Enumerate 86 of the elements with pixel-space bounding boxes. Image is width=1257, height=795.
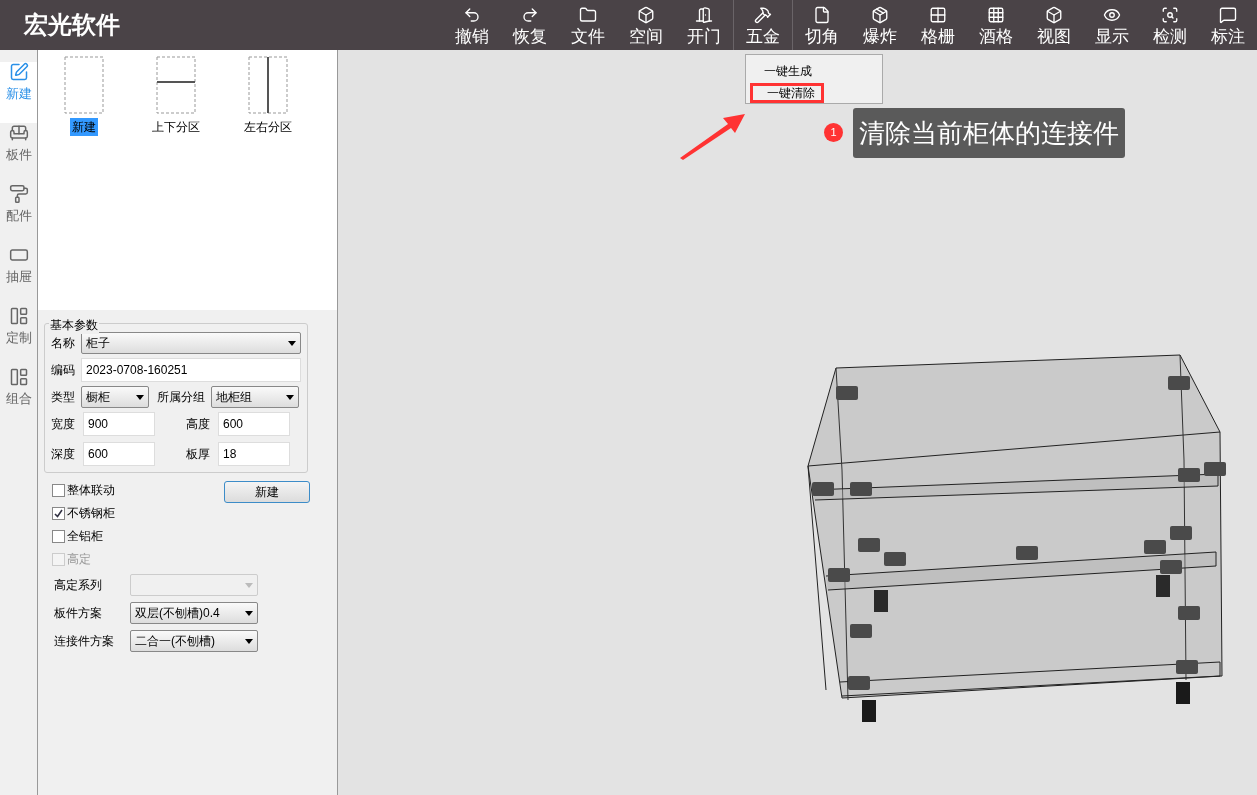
nav-tab[interactable]: 抽屉: [0, 245, 37, 306]
field-label: 高度: [186, 416, 211, 433]
folder-icon: [579, 5, 597, 24]
grid-icon: [929, 5, 947, 24]
page-icon: [813, 5, 831, 24]
toolbar-button[interactable]: 显示: [1083, 0, 1141, 50]
sofa-icon: [8, 123, 29, 143]
group-title: 基本参数: [49, 316, 99, 334]
template-label[interactable]: 新建: [70, 118, 98, 136]
toolbar-button[interactable]: 检测: [1141, 0, 1199, 50]
caret-icon: [136, 394, 144, 400]
edit-icon: [8, 62, 29, 82]
field-label: 宽度: [51, 416, 76, 433]
checkbox-label: 整体联动: [67, 482, 115, 499]
field-label: 连接件方案: [54, 633, 115, 650]
comment-icon: [1219, 5, 1237, 24]
input-field[interactable]: 600: [218, 412, 290, 436]
nav-tab[interactable]: 新建: [0, 62, 37, 123]
cube-icon: [637, 5, 655, 24]
cabinet-icon: [8, 367, 29, 387]
nav-tab[interactable]: 组合: [0, 367, 37, 428]
menu-item[interactable]: 一键清除: [750, 83, 824, 103]
nav-tab[interactable]: 定制: [0, 306, 37, 367]
nav-tab[interactable]: 板件: [0, 123, 37, 184]
template-icon[interactable]: [156, 56, 196, 114]
toolbar-button[interactable]: 格栅: [909, 0, 967, 50]
caret-icon: [245, 638, 253, 644]
field-label: 类型: [51, 389, 75, 406]
cube-icon: [1045, 5, 1063, 24]
toolbar-button[interactable]: 标注: [1199, 0, 1257, 50]
toolbar-button[interactable]: 爆炸: [851, 0, 909, 50]
door-icon: [695, 5, 713, 24]
lattice-icon: [987, 5, 1005, 24]
dropdown[interactable]: 橱柜: [81, 386, 149, 408]
app-title: 宏光软件: [24, 10, 121, 40]
input-field[interactable]: 900: [83, 412, 155, 436]
template-label[interactable]: 上下分区: [150, 118, 202, 136]
toolbar-button[interactable]: 恢复: [501, 0, 559, 50]
field-label: 高定系列: [54, 577, 103, 594]
caret-icon: [245, 610, 253, 616]
dropdown[interactable]: 地柜组: [211, 386, 299, 408]
cabinet-icon: [8, 306, 29, 326]
redo-icon: [521, 5, 539, 24]
hammer-icon: [754, 5, 772, 24]
create-button[interactable]: 新建: [224, 481, 310, 503]
dropdown[interactable]: 柜子: [81, 332, 301, 354]
callout-tooltip: 清除当前柜体的连接件: [853, 108, 1125, 158]
check-icon: [54, 508, 63, 518]
dropdown[interactable]: 二合一(不刨槽): [130, 630, 258, 652]
menu-item[interactable]: 一键生成: [750, 61, 818, 81]
template-label[interactable]: 左右分区: [242, 118, 294, 136]
field-label: 编码: [51, 362, 75, 379]
toolbar-button[interactable]: 视图: [1025, 0, 1083, 50]
field-label: 深度: [51, 446, 76, 463]
checkbox-label: 不锈钢柜: [67, 505, 115, 522]
toolbar-button[interactable]: 酒格: [967, 0, 1025, 50]
toolbar-button[interactable]: 切角: [793, 0, 851, 50]
toolbar-button[interactable]: 开门: [675, 0, 733, 50]
toolbar-button[interactable]: 文件: [559, 0, 617, 50]
field-label: 板厚: [186, 446, 211, 463]
toolbar-button[interactable]: 五金: [734, 0, 792, 50]
search-list-icon: [1161, 5, 1179, 24]
nav-tab[interactable]: 配件: [0, 184, 37, 245]
toolbar-button[interactable]: 空间: [617, 0, 675, 50]
template-icon[interactable]: [248, 56, 288, 114]
input-field[interactable]: 18: [218, 442, 290, 466]
field-label: 板件方案: [54, 605, 103, 622]
box-icon: [871, 5, 889, 24]
checkbox[interactable]: [52, 529, 65, 543]
checkbox[interactable]: [52, 483, 65, 497]
input-field[interactable]: 2023-0708-160251: [81, 358, 301, 382]
checkbox-label: 全铝柜: [67, 528, 103, 545]
caret-icon: [245, 582, 253, 588]
input-field[interactable]: 600: [83, 442, 155, 466]
checkbox[interactable]: [52, 506, 65, 520]
undo-icon: [463, 5, 481, 24]
caret-icon: [286, 394, 294, 400]
caret-icon: [288, 340, 296, 346]
dropdown[interactable]: 双层(不刨槽)0.4: [130, 602, 258, 624]
pointer-arrow: [678, 112, 746, 160]
field-label: 名称: [51, 335, 75, 352]
checkbox-label: 高定: [67, 551, 91, 568]
step-badge: 1: [824, 123, 843, 142]
field-label: 所属分组: [157, 389, 205, 406]
paint-roller-icon: [8, 184, 29, 204]
toolbar-button[interactable]: 撤销: [443, 0, 501, 50]
